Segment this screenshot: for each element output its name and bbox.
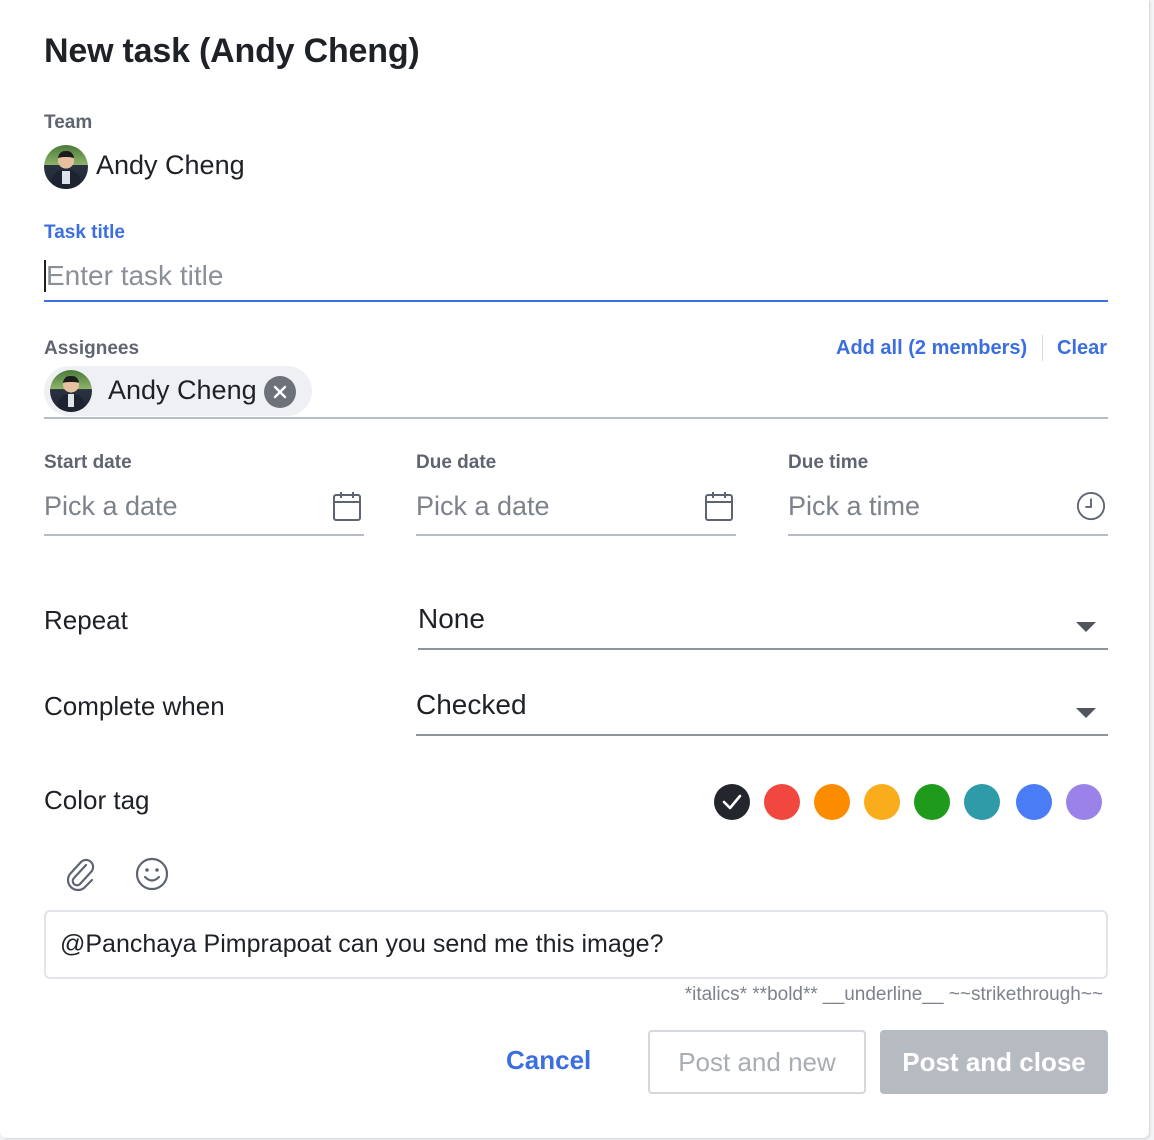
due-time-label: Due time bbox=[788, 452, 869, 473]
complete-when-label: Complete when bbox=[44, 691, 225, 721]
due-date-label: Due date bbox=[416, 452, 497, 473]
team-label: Team bbox=[44, 112, 93, 133]
assignees-label: Assignees bbox=[44, 338, 140, 359]
add-all-members-link[interactable]: Add all (2 members) bbox=[836, 337, 1027, 360]
remove-assignee-button[interactable] bbox=[264, 376, 296, 408]
team-avatar bbox=[44, 145, 88, 189]
complete-when-select[interactable]: Checked bbox=[416, 686, 1108, 736]
dialog-title: New task (Andy Cheng) bbox=[44, 32, 420, 70]
start-date-label: Start date bbox=[44, 452, 132, 473]
assignee-chip-name: Andy Cheng bbox=[108, 375, 257, 405]
post-and-close-button[interactable]: Post and close bbox=[880, 1030, 1108, 1094]
post-and-new-button[interactable]: Post and new bbox=[648, 1030, 866, 1094]
calendar-icon bbox=[705, 492, 733, 521]
message-input[interactable]: @Panchaya Pimprapoat can you send me thi… bbox=[44, 910, 1108, 979]
task-title-placeholder: Enter task title bbox=[46, 260, 224, 291]
color-swatch[interactable] bbox=[714, 784, 750, 820]
start-date-placeholder: Pick a date bbox=[44, 491, 178, 521]
due-date-field[interactable]: Pick a date bbox=[416, 486, 736, 536]
cancel-button[interactable]: Cancel bbox=[506, 1045, 591, 1076]
color-swatch[interactable] bbox=[964, 784, 1000, 820]
complete-when-value: Checked bbox=[416, 689, 527, 720]
close-icon bbox=[273, 385, 287, 399]
task-title-label: Task title bbox=[44, 222, 125, 243]
chevron-down-icon bbox=[1076, 708, 1096, 718]
new-task-dialog: New task (Andy Cheng) Team Andy Cheng Ta… bbox=[0, 0, 1149, 1138]
clock-icon bbox=[1076, 491, 1106, 521]
clear-assignees-link[interactable]: Clear bbox=[1057, 337, 1107, 360]
task-title-input[interactable]: Enter task title bbox=[44, 254, 1108, 302]
smiley-icon[interactable] bbox=[134, 856, 170, 892]
team-name: Andy Cheng bbox=[96, 150, 245, 180]
repeat-label: Repeat bbox=[44, 605, 128, 635]
color-swatch[interactable] bbox=[814, 784, 850, 820]
calendar-icon bbox=[333, 492, 361, 521]
chevron-down-icon bbox=[1076, 622, 1096, 632]
due-time-placeholder: Pick a time bbox=[788, 491, 921, 521]
color-swatch[interactable] bbox=[1016, 784, 1052, 820]
format-hint: *italics* **bold** __underline__ ~~strik… bbox=[684, 984, 1103, 1005]
check-icon bbox=[722, 794, 742, 810]
color-swatch[interactable] bbox=[1066, 784, 1102, 820]
color-swatch[interactable] bbox=[864, 784, 900, 820]
assignees-field-underline bbox=[44, 417, 1108, 419]
due-time-field[interactable]: Pick a time bbox=[788, 486, 1108, 536]
message-text: @Panchaya Pimprapoat can you send me thi… bbox=[60, 930, 664, 958]
repeat-value: None bbox=[418, 603, 485, 634]
color-swatch[interactable] bbox=[914, 784, 950, 820]
assignee-chip: Andy Cheng bbox=[44, 366, 312, 416]
repeat-select[interactable]: None bbox=[418, 600, 1108, 650]
due-date-placeholder: Pick a date bbox=[416, 491, 550, 521]
color-swatch[interactable] bbox=[764, 784, 800, 820]
paperclip-icon[interactable] bbox=[62, 856, 98, 892]
link-divider bbox=[1042, 335, 1043, 361]
color-tag-label: Color tag bbox=[44, 785, 150, 815]
assignee-avatar bbox=[50, 370, 92, 412]
start-date-field[interactable]: Pick a date bbox=[44, 486, 364, 536]
